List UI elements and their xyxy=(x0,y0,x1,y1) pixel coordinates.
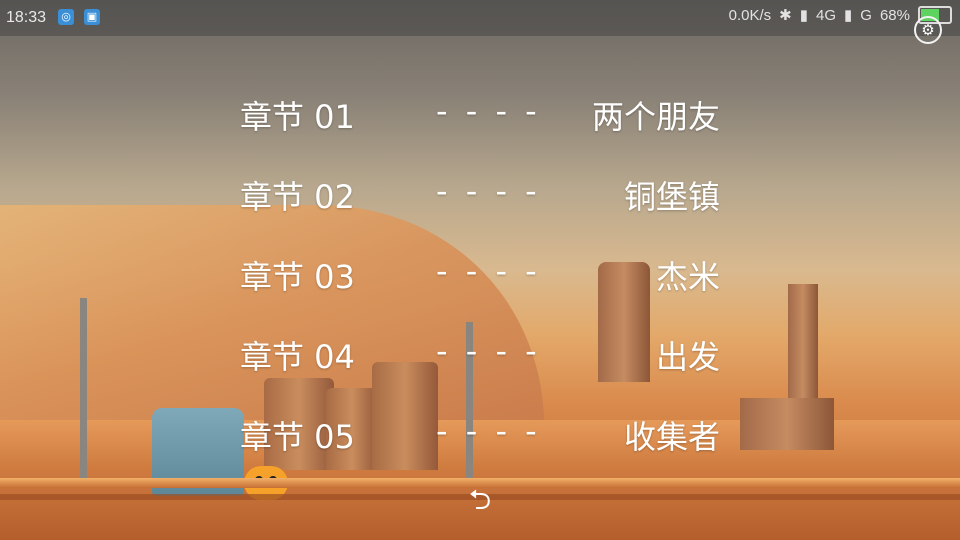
gear-icon: ⚙ xyxy=(921,21,935,39)
chapter-row[interactable]: 章节 01 - - - - 两个朋友 xyxy=(240,86,720,166)
chapter-separator: - - - - xyxy=(436,252,541,290)
chapter-separator: - - - - xyxy=(436,412,541,450)
chapter-separator: - - - - xyxy=(436,172,541,210)
chapter-label: 章节 02 xyxy=(240,178,355,216)
undo-arrow-icon: ⮌ xyxy=(468,483,492,516)
pole xyxy=(80,298,87,480)
chapter-separator: - - - - xyxy=(436,332,541,370)
chapter-label: 章节 04 xyxy=(240,338,355,376)
status-bar: 18:33 ◎ ▣ 0.0K/s ✱ ▮ 4G ▮ G 68% xyxy=(0,0,960,36)
battery-percent: 68% xyxy=(879,6,910,24)
status-time: 18:33 xyxy=(6,9,47,26)
chapter-row[interactable]: 章节 03 - - - - 杰米 xyxy=(240,246,720,326)
chapter-label: 章节 03 xyxy=(240,258,355,296)
chapter-row[interactable]: 章节 04 - - - - 出发 xyxy=(240,326,720,406)
network-speed: 0.0K/s xyxy=(728,6,772,24)
chapter-title: 两个朋友 xyxy=(591,98,720,136)
chapter-label: 章节 05 xyxy=(240,418,355,456)
signal-4g: 4G xyxy=(816,6,837,24)
chapter-title: 铜堡镇 xyxy=(623,178,720,216)
signal-icon: ▮ xyxy=(799,7,809,24)
back-button[interactable]: ⮌ xyxy=(464,484,496,516)
platform-base xyxy=(740,398,834,450)
chapter-title: 杰米 xyxy=(655,258,720,296)
chimney-tower xyxy=(788,284,818,404)
chapter-row[interactable]: 章节 05 - - - - 收集者 xyxy=(240,406,720,486)
bluetooth-icon: ✱ xyxy=(779,7,792,24)
signal-icon: ▮ xyxy=(844,7,853,24)
chat-notification-icon: ◎ xyxy=(58,9,74,25)
signal-g: G xyxy=(860,6,872,24)
chapter-title: 出发 xyxy=(655,338,720,376)
chapter-title: 收集者 xyxy=(623,418,720,456)
app-notification-icon: ▣ xyxy=(84,9,100,25)
settings-button[interactable]: ⚙ xyxy=(914,16,942,44)
chapter-separator: - - - - xyxy=(436,92,541,130)
chapter-row[interactable]: 章节 02 - - - - 铜堡镇 xyxy=(240,166,720,246)
chapter-label: 章节 01 xyxy=(240,98,355,136)
chapter-list: 章节 01 - - - - 两个朋友章节 02 - - - - 铜堡镇章节 03 - - … xyxy=(240,86,720,486)
